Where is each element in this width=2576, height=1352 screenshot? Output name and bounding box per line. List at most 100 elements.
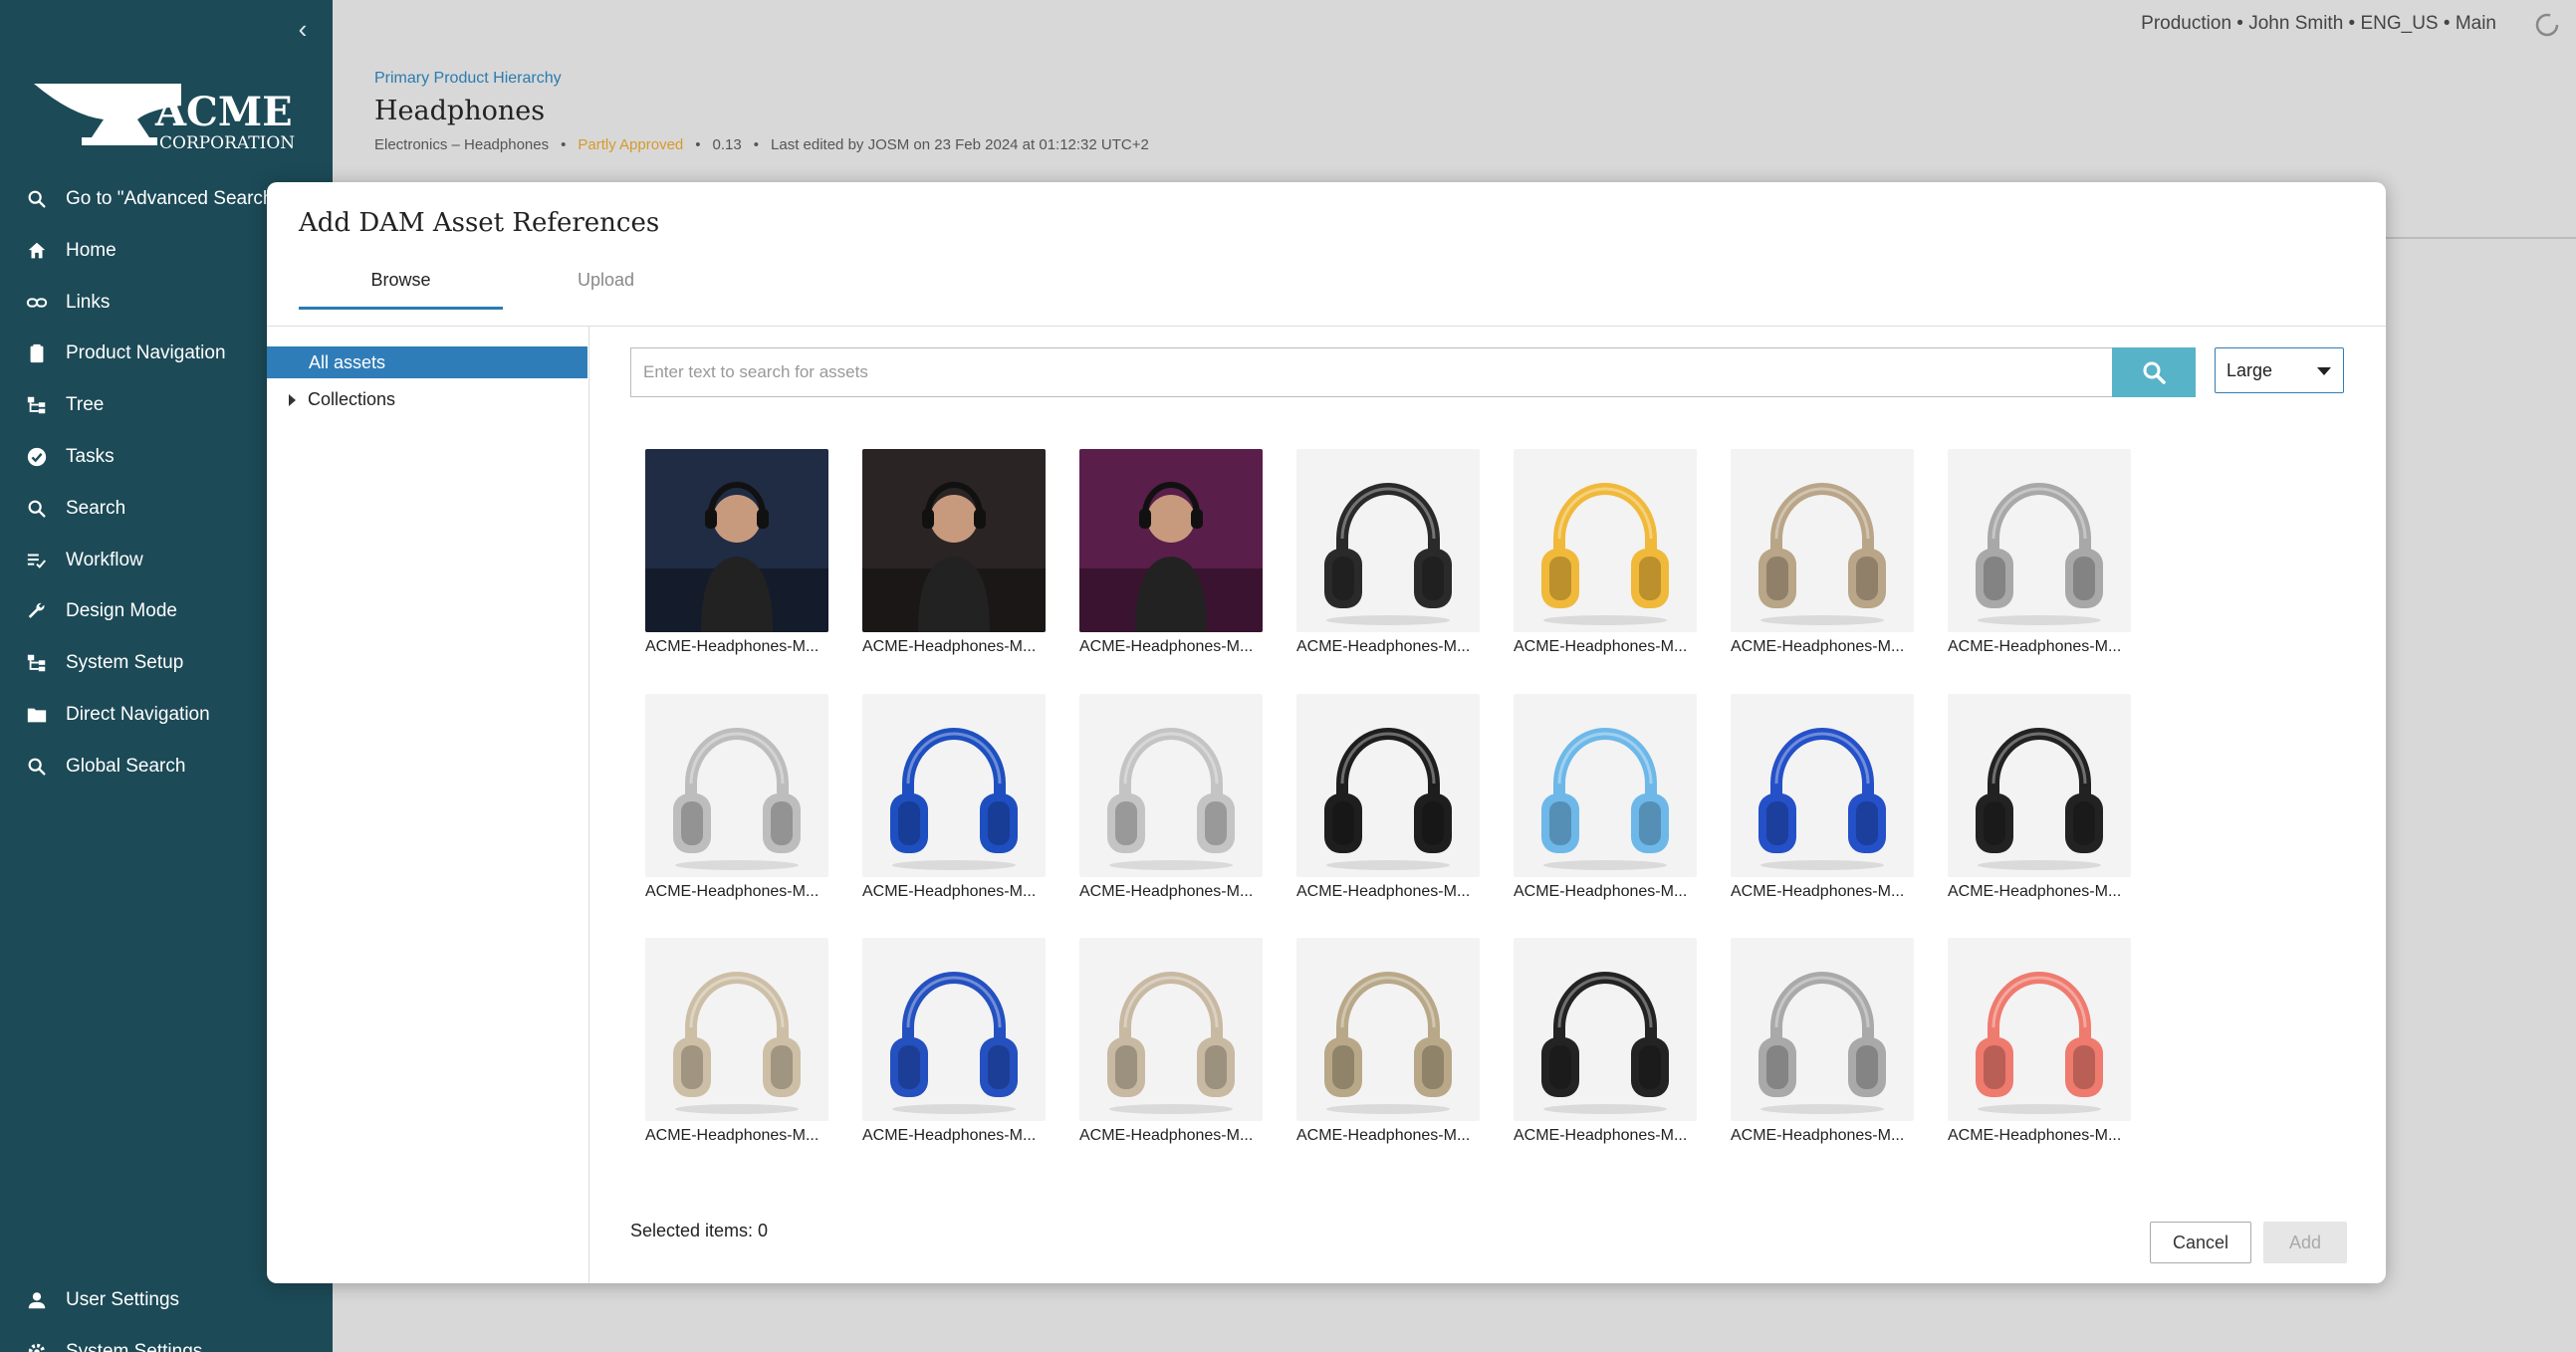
asset-caption: ACME-Headphones-M... xyxy=(645,638,820,655)
asset-caption: ACME-Headphones-M... xyxy=(1948,1127,2122,1144)
cancel-button[interactable]: Cancel xyxy=(2150,1222,2251,1263)
asset-thumbnail[interactable] xyxy=(862,449,1046,632)
collections-label: Collections xyxy=(308,389,396,409)
gear-icon xyxy=(24,1341,50,1352)
last-edited: Last edited by JOSM on 23 Feb 2024 at 01… xyxy=(771,136,1149,153)
asset-thumbnail[interactable] xyxy=(1079,938,1263,1121)
asset-tree: All assets Collections xyxy=(267,327,589,1283)
asset-thumbnail[interactable] xyxy=(1948,938,2131,1121)
asset-tile[interactable]: ACME-Headphones-M... xyxy=(862,694,1046,913)
add-button: Add xyxy=(2263,1222,2347,1263)
asset-caption: ACME-Headphones-M... xyxy=(1731,1127,1905,1144)
folder-icon xyxy=(24,704,50,726)
asset-caption: ACME-Headphones-M... xyxy=(862,638,1037,655)
tree-icon xyxy=(24,652,50,674)
dialog-title: Add DAM Asset References xyxy=(299,208,660,238)
asset-thumbnail[interactable] xyxy=(1731,694,1914,877)
collapse-sidebar-icon[interactable]: ‹ xyxy=(289,14,317,44)
user-icon xyxy=(24,1289,50,1311)
asset-thumbnail[interactable] xyxy=(1731,449,1914,632)
asset-caption: ACME-Headphones-M... xyxy=(1296,638,1471,655)
tree-item-collections[interactable]: Collections xyxy=(289,384,395,414)
wrench-icon xyxy=(24,600,50,622)
asset-thumbnail[interactable] xyxy=(862,694,1046,877)
loading-indicator-icon xyxy=(2534,12,2560,38)
asset-tile[interactable]: ACME-Headphones-M... xyxy=(645,449,828,668)
asset-tile[interactable]: ACME-Headphones-M... xyxy=(1948,938,2131,1157)
sidebar-item-label: Go to "Advanced Search xyxy=(66,188,274,209)
sidebar-item-label: Product Navigation xyxy=(66,342,226,364)
asset-caption: ACME-Headphones-M... xyxy=(1514,1127,1688,1144)
asset-thumbnail[interactable] xyxy=(1948,449,2131,632)
svg-text:CORPORATION: CORPORATION xyxy=(159,133,295,153)
svg-text:ACME: ACME xyxy=(154,89,293,135)
asset-tile[interactable]: ACME-Headphones-M... xyxy=(1731,938,1914,1157)
asset-search-input[interactable] xyxy=(630,347,2113,397)
asset-thumbnail[interactable] xyxy=(1514,449,1697,632)
asset-tile[interactable]: ACME-Headphones-M... xyxy=(1079,938,1263,1157)
asset-caption: ACME-Headphones-M... xyxy=(645,1127,820,1144)
tab-browse[interactable]: Browse xyxy=(299,270,503,310)
asset-caption: ACME-Headphones-M... xyxy=(862,1127,1037,1144)
asset-thumbnail[interactable] xyxy=(1296,938,1480,1121)
selected-count: Selected items: 0 xyxy=(630,1221,769,1240)
tree-icon xyxy=(24,394,50,416)
asset-tile[interactable]: ACME-Headphones-M... xyxy=(1514,694,1697,913)
asset-thumbnail[interactable] xyxy=(1514,694,1697,877)
asset-tile[interactable]: ACME-Headphones-M... xyxy=(1079,449,1263,668)
asset-thumbnail[interactable] xyxy=(1514,938,1697,1121)
sidebar-item-label: Tree xyxy=(66,394,105,416)
expand-arrow-icon[interactable] xyxy=(289,394,296,407)
breadcrumb[interactable]: Primary Product Hierarchy xyxy=(374,70,562,88)
asset-thumbnail[interactable] xyxy=(1079,694,1263,877)
asset-thumbnail[interactable] xyxy=(1948,694,2131,877)
asset-thumbnail[interactable] xyxy=(1079,449,1263,632)
size-select-value: Large xyxy=(2226,360,2273,380)
asset-tile[interactable]: ACME-Headphones-M... xyxy=(645,694,828,913)
version-number: 0.13 xyxy=(712,136,742,153)
asset-thumbnail[interactable] xyxy=(645,938,828,1121)
asset-thumbnail[interactable] xyxy=(862,938,1046,1121)
acme-logo: ACME CORPORATION xyxy=(32,76,311,157)
asset-tile[interactable]: ACME-Headphones-M... xyxy=(862,449,1046,668)
check-circle-icon xyxy=(24,446,50,468)
asset-tile[interactable]: ACME-Headphones-M... xyxy=(862,938,1046,1157)
chevron-down-icon xyxy=(2317,367,2331,375)
environment-context: Production • John Smith • ENG_US • Main xyxy=(2141,13,2496,34)
asset-caption: ACME-Headphones-M... xyxy=(862,883,1037,900)
asset-thumbnail[interactable] xyxy=(1296,449,1480,632)
asset-tile[interactable]: ACME-Headphones-M... xyxy=(1514,938,1697,1157)
sidebar-item-system-settings[interactable]: System Settings xyxy=(0,1326,333,1352)
asset-tile[interactable]: ACME-Headphones-M... xyxy=(645,938,828,1157)
sidebar-item-label: Workflow xyxy=(66,549,143,570)
asset-thumbnail[interactable] xyxy=(645,449,828,632)
asset-thumbnail[interactable] xyxy=(645,694,828,877)
clipboard-icon xyxy=(24,342,50,364)
sidebar-item-label: Global Search xyxy=(66,755,186,777)
asset-caption: ACME-Headphones-M... xyxy=(1514,883,1688,900)
sidebar-item-label: Tasks xyxy=(66,446,115,467)
search-icon xyxy=(24,188,50,210)
asset-tile[interactable]: ACME-Headphones-M... xyxy=(1296,938,1480,1157)
link-icon xyxy=(24,292,50,314)
sidebar-item-label: Search xyxy=(66,497,126,519)
asset-caption: ACME-Headphones-M... xyxy=(1514,638,1688,655)
asset-tile[interactable]: ACME-Headphones-M... xyxy=(1514,449,1697,668)
add-dam-asset-dialog: Add DAM Asset References Browse Upload A… xyxy=(267,182,2386,1283)
asset-tile[interactable]: ACME-Headphones-M... xyxy=(1948,449,2131,668)
search-button[interactable] xyxy=(2112,347,2196,397)
asset-tile[interactable]: ACME-Headphones-M... xyxy=(1079,694,1263,913)
asset-caption: ACME-Headphones-M... xyxy=(1296,1127,1471,1144)
tab-upload[interactable]: Upload xyxy=(504,270,708,310)
sidebar-item-label: Home xyxy=(66,239,117,261)
thumbnail-size-select[interactable]: Large xyxy=(2215,347,2344,393)
asset-tile[interactable]: ACME-Headphones-M... xyxy=(1296,449,1480,668)
asset-tile[interactable]: ACME-Headphones-M... xyxy=(1731,694,1914,913)
asset-tile[interactable]: ACME-Headphones-M... xyxy=(1731,449,1914,668)
asset-thumbnail[interactable] xyxy=(1731,938,1914,1121)
asset-thumbnail[interactable] xyxy=(1296,694,1480,877)
asset-tile[interactable]: ACME-Headphones-M... xyxy=(1948,694,2131,913)
tree-item-all-assets[interactable]: All assets xyxy=(267,346,587,378)
asset-tile[interactable]: ACME-Headphones-M... xyxy=(1296,694,1480,913)
sidebar-item-label: System Setup xyxy=(66,652,184,674)
